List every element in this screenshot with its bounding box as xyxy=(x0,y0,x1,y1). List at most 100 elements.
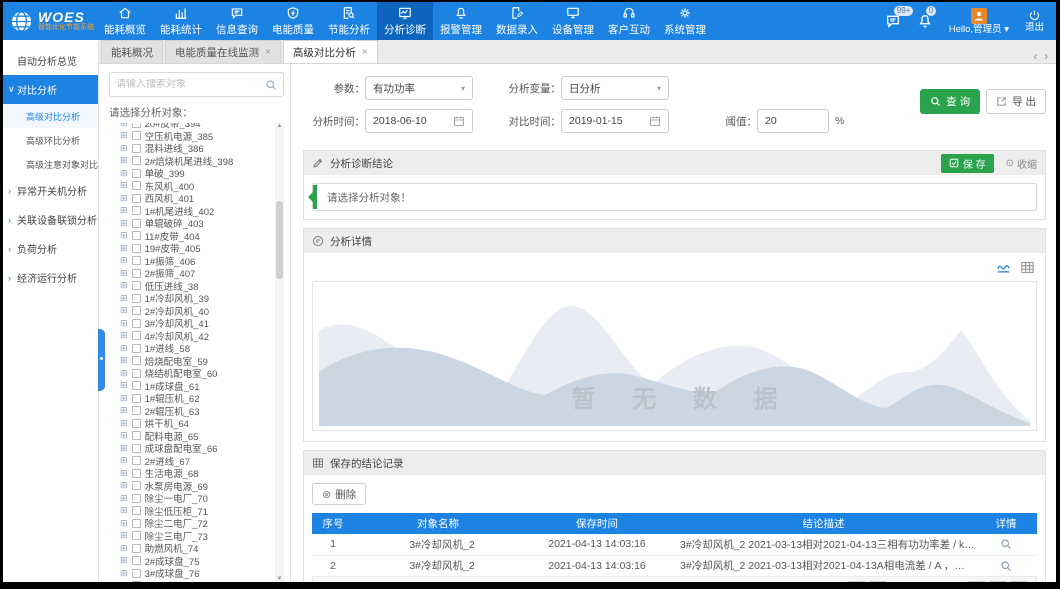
sidebar-item-compare-analysis[interactable]: ∨ 对比分析 xyxy=(3,75,98,104)
expand-icon[interactable]: ⊞ xyxy=(120,231,128,240)
expand-icon[interactable]: ⊞ xyxy=(120,506,128,515)
sidebar-sub-chain-compare[interactable]: 高级环比分析 xyxy=(3,128,98,152)
expand-icon[interactable]: ⊞ xyxy=(120,519,128,528)
tree-item[interactable]: ⊞ 除尘二电厂_72 xyxy=(109,517,273,530)
nav-system-management[interactable]: 系统管理 xyxy=(657,2,713,40)
nav-customer-interaction[interactable]: 客户互动 xyxy=(601,2,657,40)
expand-icon[interactable]: ⊞ xyxy=(120,531,128,540)
nav-device-management[interactable]: 设备管理 xyxy=(545,2,601,40)
tree-item[interactable]: ⊞ 1#辊压机_62 xyxy=(109,392,273,405)
checkbox[interactable] xyxy=(132,206,141,215)
checkbox[interactable] xyxy=(132,131,141,140)
nav-power-quality[interactable]: 电能质量 xyxy=(265,2,321,40)
checkbox[interactable] xyxy=(132,544,141,553)
checkbox[interactable] xyxy=(132,519,141,528)
tree-item[interactable]: ⊞ Ⅱ段进线_11 xyxy=(109,580,273,583)
table-row[interactable]: 2 3#冷却风机_2 2021-04-13 14:03:16 3#冷却风机_2 … xyxy=(312,555,1037,576)
tree-item[interactable]: ⊞ 西风机_401 xyxy=(109,192,273,205)
tab-energy-overview[interactable]: 能耗概况 xyxy=(101,40,163,63)
tree-item[interactable]: ⊞ 1#机尾进线_402 xyxy=(109,205,273,218)
user-menu[interactable]: Hello,管理员 ▾ xyxy=(949,8,1009,35)
checkbox[interactable] xyxy=(132,144,141,153)
query-button[interactable]: 查 询 xyxy=(920,89,980,114)
sidebar-item-link-analysis[interactable]: › 关联设备联锁分析 xyxy=(3,205,98,234)
sidebar-item-switch-analysis[interactable]: › 异常开关机分析 xyxy=(3,176,98,205)
expand-icon[interactable]: ⊞ xyxy=(120,469,128,478)
sidebar-item-auto-overview[interactable]: 自动分析总览 xyxy=(3,46,98,75)
tree-item[interactable]: ⊞ 混料进线_386 xyxy=(109,142,273,155)
expand-icon[interactable]: ⊞ xyxy=(120,144,128,153)
tree-item[interactable]: ⊞ 除尘三电厂_73 xyxy=(109,530,273,543)
expand-icon[interactable]: ⊞ xyxy=(120,481,128,490)
tree-item[interactable]: ⊞ 焙烧配电室_59 xyxy=(109,355,273,368)
view-detail-icon[interactable] xyxy=(1000,538,1012,550)
search-input[interactable] xyxy=(116,79,261,90)
export-button[interactable]: 导 出 xyxy=(986,89,1046,114)
last-page-button[interactable]: ▶ xyxy=(989,581,1007,583)
next-page-button[interactable]: › xyxy=(968,581,986,583)
checkbox[interactable] xyxy=(132,269,141,278)
analysis-date-input[interactable]: 2018-06-10 xyxy=(365,109,473,133)
page-number-input[interactable] xyxy=(906,582,928,583)
logout-button[interactable]: 退出 xyxy=(1025,9,1044,33)
expand-icon[interactable]: ⊞ xyxy=(120,369,128,378)
checkbox[interactable] xyxy=(132,469,141,478)
tab-advanced-compare[interactable]: 高级对比分析 × xyxy=(283,40,378,63)
tree-item[interactable]: ⊞ 1#振筛_406 xyxy=(109,255,273,268)
tree-item[interactable]: ⊞ 3#冷却风机_41 xyxy=(109,317,273,330)
close-icon[interactable]: × xyxy=(265,47,271,58)
expand-icon[interactable]: ⊞ xyxy=(120,269,128,278)
expand-icon[interactable]: ⊞ xyxy=(120,219,128,228)
close-icon[interactable]: × xyxy=(362,47,368,58)
expand-icon[interactable]: ⊞ xyxy=(120,394,128,403)
checkbox[interactable] xyxy=(132,281,141,290)
first-page-button[interactable]: ◀ xyxy=(848,581,866,583)
expand-icon[interactable]: ⊞ xyxy=(120,281,128,290)
expand-icon[interactable]: ⊞ xyxy=(120,494,128,503)
expand-icon[interactable]: ⊞ xyxy=(120,356,128,365)
alerts-button[interactable]: 0 xyxy=(917,13,933,29)
checkbox[interactable] xyxy=(132,444,141,453)
table-row[interactable]: 1 3#冷却风机_2 2021-04-13 14:03:16 3#冷却风机_2 … xyxy=(312,534,1037,555)
expand-icon[interactable]: ⊞ xyxy=(120,581,128,582)
line-chart-view-icon[interactable] xyxy=(996,260,1011,275)
checkbox[interactable] xyxy=(132,306,141,315)
tree-item[interactable]: ⊞ 2#焙烧机尾进线_398 xyxy=(109,155,273,168)
expand-icon[interactable]: ⊞ xyxy=(120,123,128,128)
checkbox[interactable] xyxy=(132,123,141,128)
expand-icon[interactable]: ⊞ xyxy=(120,381,128,390)
nav-energy-saving[interactable]: 节能分析 xyxy=(321,2,377,40)
expand-icon[interactable]: ⊞ xyxy=(120,569,128,578)
expand-icon[interactable]: ⊞ xyxy=(120,194,128,203)
expand-icon[interactable]: ⊞ xyxy=(120,331,128,340)
checkbox[interactable] xyxy=(132,331,141,340)
expand-icon[interactable]: ⊞ xyxy=(120,444,128,453)
checkbox[interactable] xyxy=(132,344,141,353)
expand-icon[interactable]: ⊞ xyxy=(120,244,128,253)
expand-icon[interactable]: ⊞ xyxy=(120,181,128,190)
tree-item[interactable]: ⊞ 1#进线_58 xyxy=(109,342,273,355)
checkbox[interactable] xyxy=(132,244,141,253)
checkbox[interactable] xyxy=(132,506,141,515)
tree-item[interactable]: ⊞ 空压机电源_385 xyxy=(109,130,273,143)
tabs-scroll-left-icon[interactable]: ‹ xyxy=(1034,51,1038,63)
expand-icon[interactable]: ⊞ xyxy=(120,431,128,440)
checkbox[interactable] xyxy=(132,481,141,490)
tabs-scroll-right-icon[interactable]: › xyxy=(1044,51,1048,63)
expand-icon[interactable]: ⊞ xyxy=(120,169,128,178)
tree-item[interactable]: ⊞ 助燃风机_74 xyxy=(109,542,273,555)
nav-energy-stats[interactable]: 能耗统计 xyxy=(153,2,209,40)
compare-date-input[interactable]: 2019-01-15 xyxy=(561,109,669,133)
param-select[interactable]: 有功功率 ▾ xyxy=(365,76,473,100)
checkbox[interactable] xyxy=(132,294,141,303)
checkbox[interactable] xyxy=(132,456,141,465)
tree-item[interactable]: ⊞ 单破_399 xyxy=(109,167,273,180)
tree-item[interactable]: ⊞ 配料电源_65 xyxy=(109,430,273,443)
checkbox[interactable] xyxy=(132,319,141,328)
checkbox[interactable] xyxy=(132,231,141,240)
checkbox[interactable] xyxy=(132,194,141,203)
scroll-down-icon[interactable]: ▼ xyxy=(277,576,283,582)
tree-item[interactable]: ⊞ 单辊破碎_403 xyxy=(109,217,273,230)
expand-icon[interactable]: ⊞ xyxy=(120,556,128,565)
view-detail-icon[interactable] xyxy=(1000,560,1012,572)
